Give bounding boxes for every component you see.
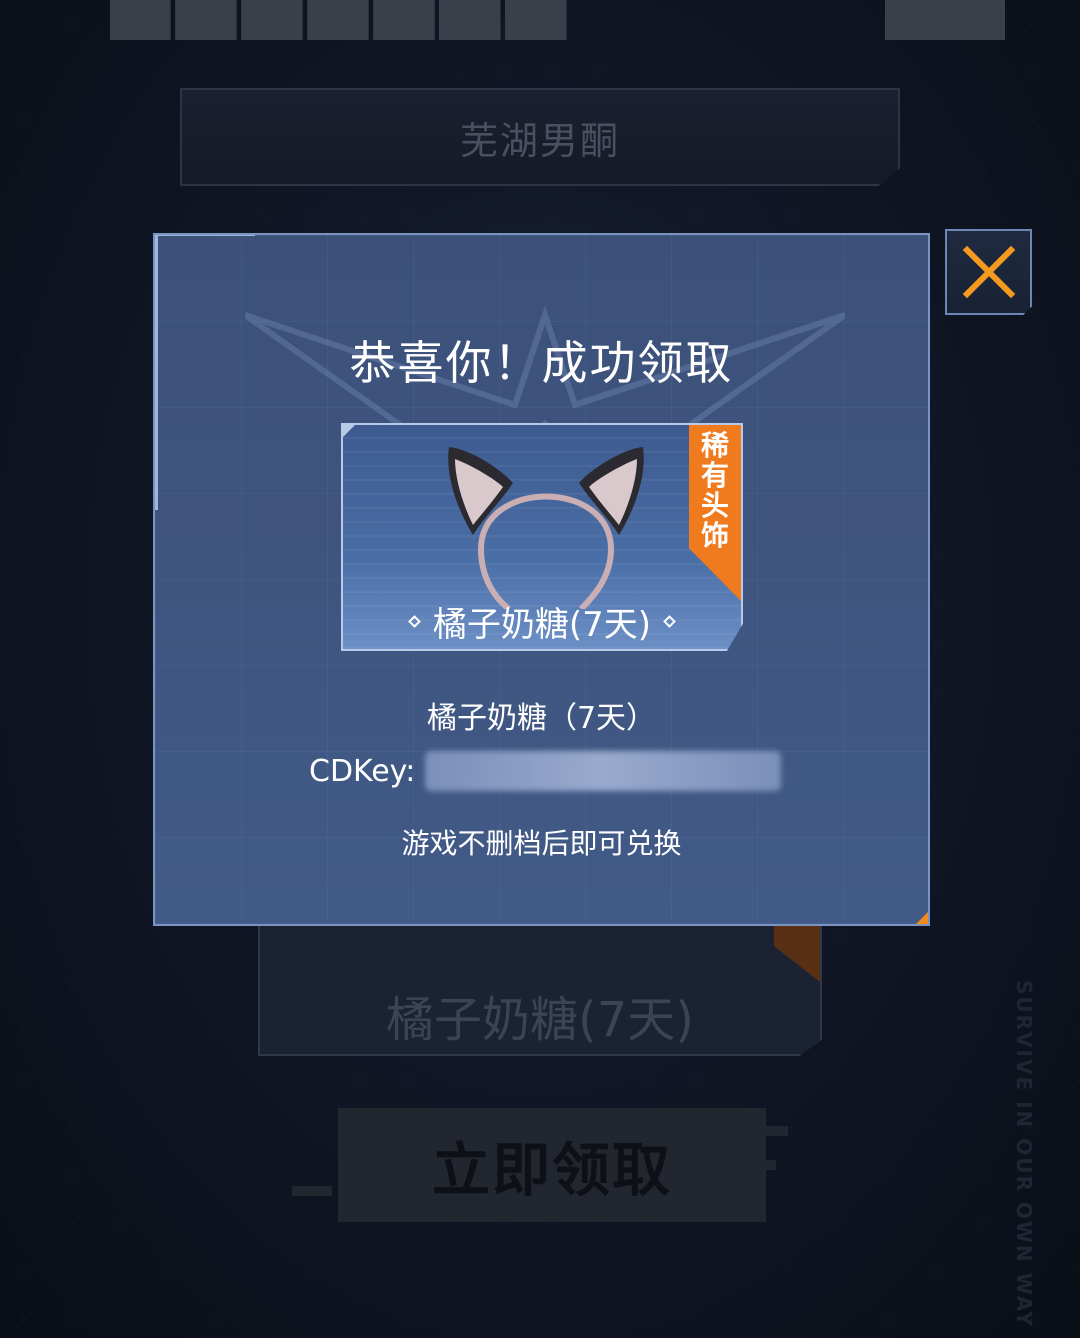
redeem-hint: 游戏不删档后即可兑换	[401, 827, 682, 860]
reward-item-name: 橘子奶糖（7天）	[426, 701, 657, 736]
diamond-icon	[663, 615, 676, 628]
cdkey-value[interactable]	[425, 751, 782, 791]
item-card-label-row: 橘子奶糖(7天)	[343, 597, 741, 646]
dialog-accent-bar	[155, 235, 255, 236]
cat-ear-headband-icon	[448, 447, 644, 609]
reward-dialog: 恭喜你！成功领取 稀有头饰 橘子奶糖(7天) 橘子奶糖（7天） CDKey: 游…	[153, 233, 930, 926]
cdkey-row: CDKey:	[309, 751, 782, 791]
dialog-title: 恭喜你！成功领取	[349, 336, 734, 390]
item-card-label: 橘子奶糖(7天)	[432, 605, 652, 645]
close-icon	[962, 245, 1015, 299]
rare-tag-text: 稀有头饰	[700, 429, 729, 552]
cdkey-label: CDKey:	[309, 753, 416, 789]
close-button[interactable]	[945, 229, 1032, 315]
diamond-icon	[408, 615, 421, 628]
reward-item-card: 稀有头饰 橘子奶糖(7天)	[341, 423, 743, 651]
